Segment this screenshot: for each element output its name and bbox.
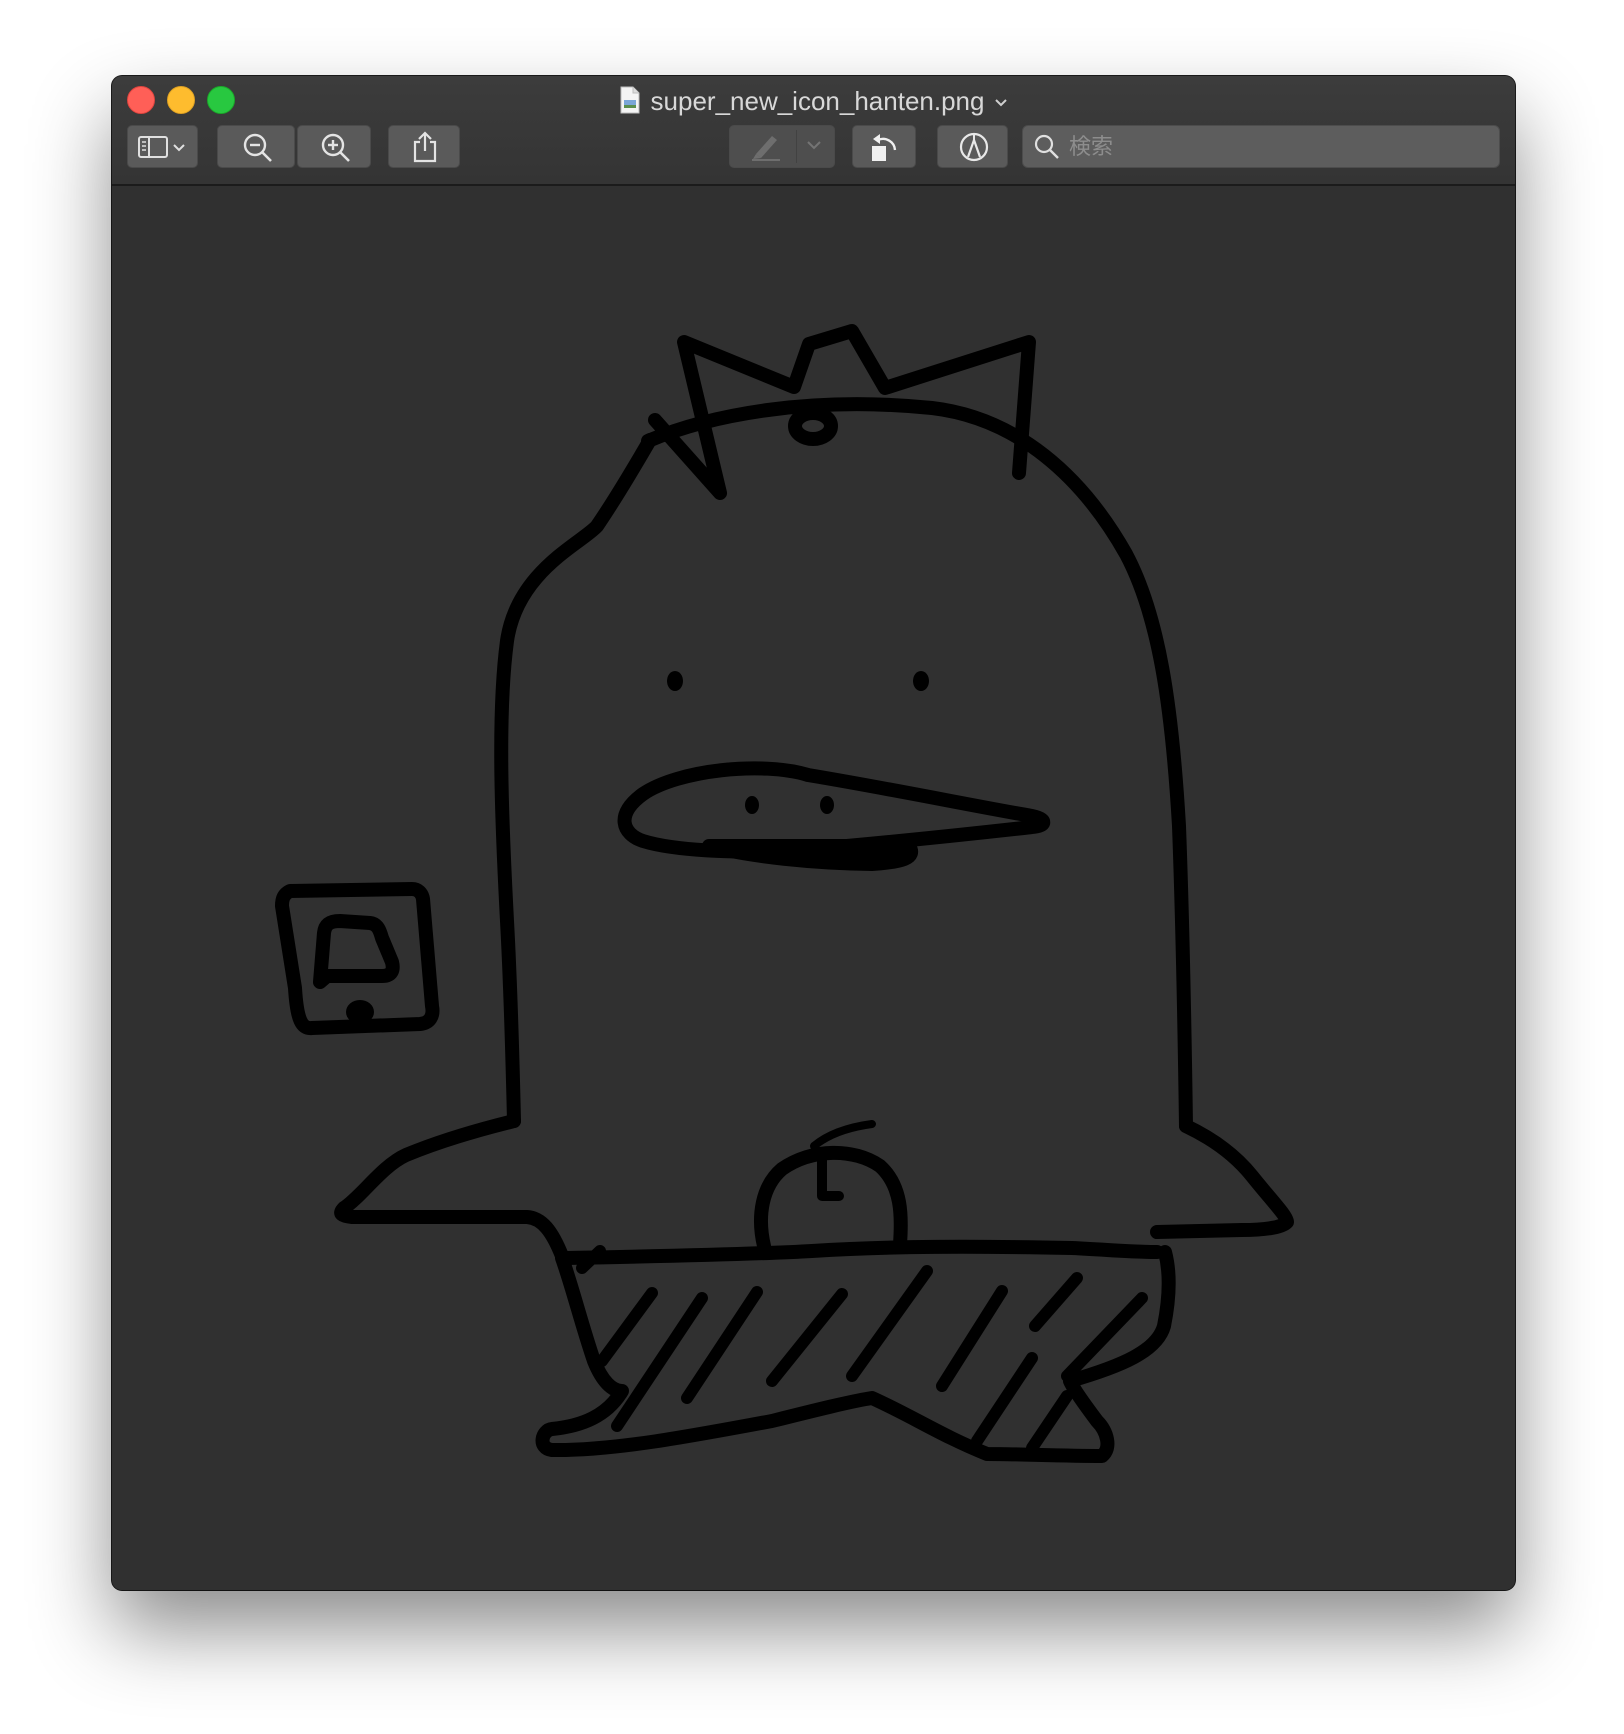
share-button[interactable]	[388, 125, 460, 168]
titlebar[interactable]: super_new_icon_hanten.png 検索	[112, 76, 1515, 186]
share-icon	[413, 131, 437, 163]
zoom-out-icon	[243, 133, 272, 162]
left-arm	[334, 1114, 569, 1263]
body-outline	[494, 433, 657, 1128]
window-title-area[interactable]: super_new_icon_hanten.png	[112, 82, 1515, 122]
preview-window: super_new_icon_hanten.png 検索	[112, 76, 1515, 1590]
zoom-out-button[interactable]	[217, 125, 295, 168]
crown-jewel	[788, 406, 838, 446]
rotate-button[interactable]	[852, 125, 916, 168]
chevron-down-icon[interactable]	[994, 82, 1008, 116]
markup-icon	[959, 132, 989, 162]
pants-top	[560, 1239, 1164, 1265]
search-placeholder: 検索	[1069, 134, 1114, 159]
sidebar-view-button[interactable]	[127, 125, 198, 168]
drawing-image	[275, 324, 1294, 1463]
rotate-left-icon	[872, 134, 897, 161]
markup-button[interactable]	[937, 125, 1008, 168]
zoom-in-icon	[321, 133, 350, 162]
right-arm	[1150, 1119, 1294, 1239]
window-title: super_new_icon_hanten.png	[650, 86, 985, 116]
image-canvas[interactable]	[112, 186, 1515, 1590]
search-field[interactable]: 検索	[1022, 125, 1500, 168]
highlight-button[interactable]	[729, 125, 835, 168]
zoom-in-button[interactable]	[297, 125, 371, 168]
highlight-pen-icon	[752, 136, 780, 161]
search-icon	[1034, 134, 1059, 159]
png-file-icon	[619, 86, 641, 122]
chevron-down-icon	[807, 141, 821, 150]
sidebar-toggle-icon	[138, 136, 185, 158]
